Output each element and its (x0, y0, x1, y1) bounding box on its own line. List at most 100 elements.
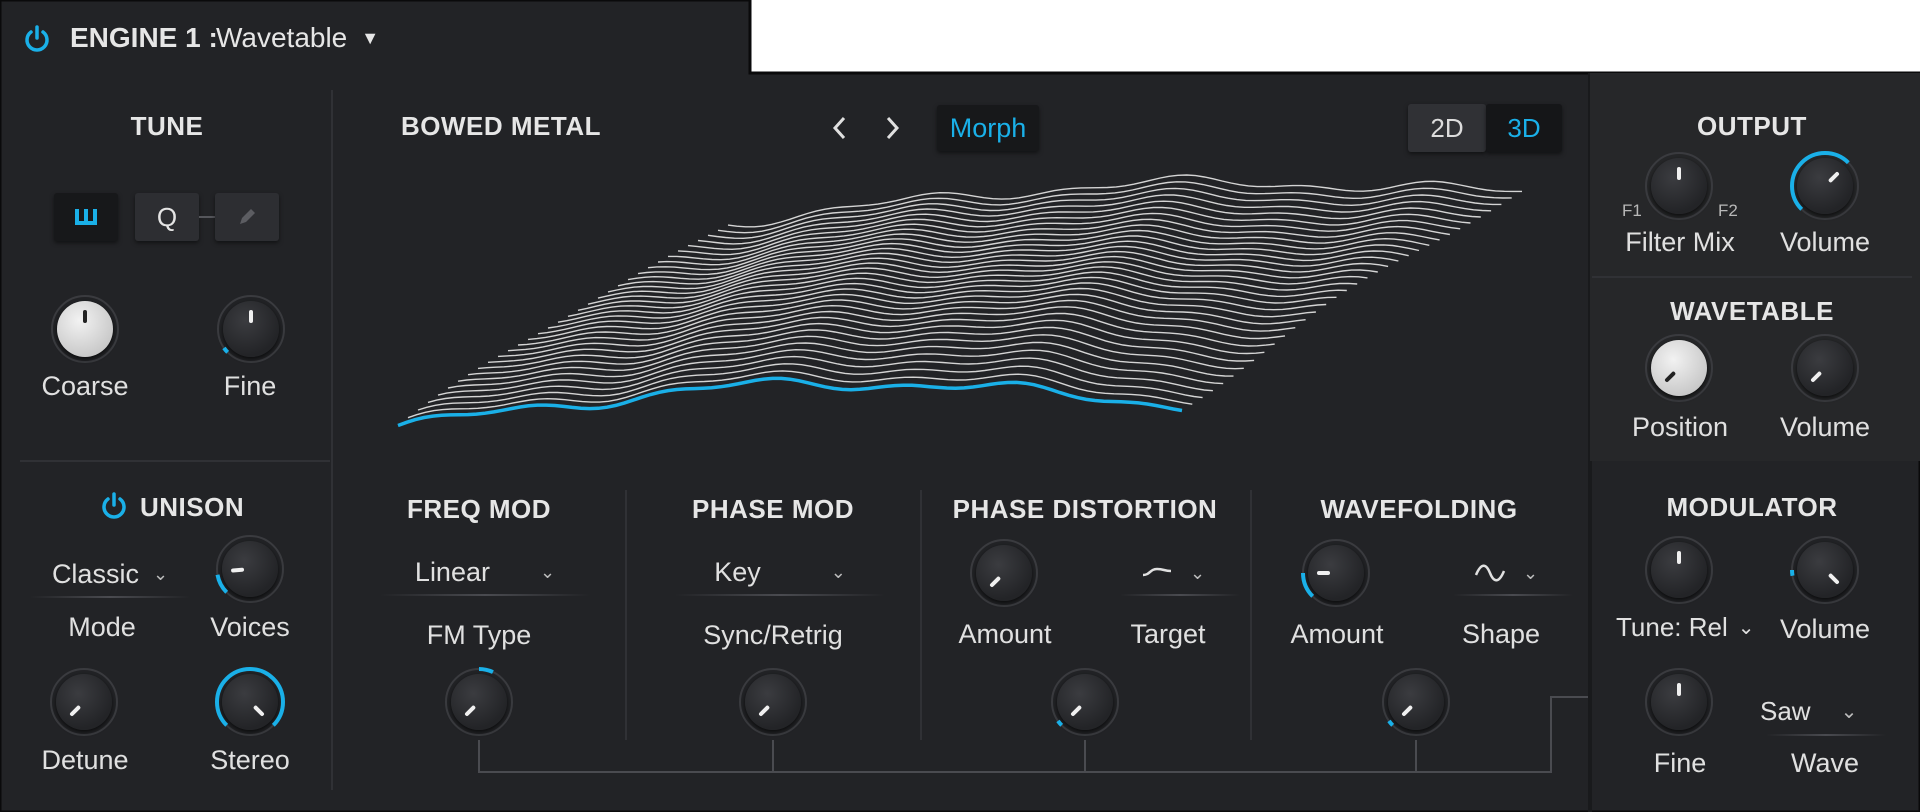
pd-amount-knob[interactable] (966, 535, 1042, 611)
wf-shape-select[interactable]: ⌄ (1473, 556, 1563, 590)
stereo-knob[interactable] (212, 664, 288, 740)
position-label: Position (1631, 412, 1729, 442)
fm-type-select[interactable]: Linear ⌄ (380, 554, 590, 590)
modulator-fine-knob[interactable] (1641, 664, 1717, 740)
knob-value-arc (1056, 719, 1064, 727)
morph-label: Morph (949, 112, 1027, 143)
unison-mode-value: Classic (51, 558, 139, 589)
fine-knob[interactable] (213, 291, 289, 367)
voices-knob[interactable] (212, 531, 288, 607)
view-3d-button[interactable]: 3D (1486, 104, 1562, 152)
wavetable-volume-knob[interactable] (1787, 330, 1863, 406)
modulator-volume-knob[interactable] (1787, 532, 1863, 608)
view-2d-button[interactable]: 2D (1408, 104, 1486, 152)
wf-shape-label: Shape (1461, 619, 1541, 649)
pd-target-select[interactable]: ⌄ (1140, 556, 1230, 590)
divider (625, 490, 627, 740)
engine-type-select[interactable]: Wavetable ▼ (216, 22, 379, 54)
knob-value-arc (222, 346, 230, 354)
stereo-label: Stereo (210, 745, 290, 775)
chevron-down-icon: ⌄ (830, 561, 846, 582)
wf-amount-knob[interactable] (1298, 535, 1374, 611)
knob-value-arc (1387, 719, 1395, 727)
phase-curve-icon (1142, 567, 1172, 577)
view-3d-label: 3D (1507, 112, 1541, 143)
keyboard-tune-button[interactable] (54, 193, 118, 241)
phase-mod-select[interactable]: Key ⌄ (675, 554, 885, 590)
filter-mix-knob[interactable] (1641, 148, 1717, 224)
phase-mod-value: Key (714, 556, 761, 587)
dropdown-underline (675, 594, 885, 596)
sync-retrig-label: Sync/Retrig (703, 620, 843, 650)
wavetable-volume-label: Volume (1779, 412, 1871, 442)
output-volume-label: Volume (1779, 227, 1871, 257)
f2-label: F2 (1718, 201, 1738, 220)
modulator-wave-label: Wave (1790, 748, 1860, 778)
wf-amount-label: Amount (1290, 619, 1384, 649)
knob-value-arc (215, 574, 229, 594)
dropdown-underline (380, 594, 590, 596)
fine-label: Fine (223, 371, 277, 401)
freq-mod-knob[interactable] (441, 664, 517, 740)
pd-mod-knob[interactable] (1047, 664, 1123, 740)
chevron-down-icon: ⌄ (1190, 562, 1206, 583)
chevron-down-icon: ⌄ (1737, 617, 1755, 639)
engine-power-icon[interactable] (22, 24, 52, 54)
unison-power-icon[interactable] (99, 491, 129, 521)
quantize-button[interactable]: Q (135, 193, 199, 241)
detune-knob[interactable] (46, 664, 122, 740)
phase-mod-knob[interactable] (735, 664, 811, 740)
connector-line (199, 216, 215, 218)
view-2d-label: 2D (1430, 112, 1464, 143)
next-wavetable-button[interactable] (878, 112, 906, 144)
chevron-down-icon: ⌄ (539, 561, 556, 582)
engine-label: ENGINE 1 : (70, 22, 218, 53)
pencil-icon (240, 209, 255, 224)
detune-label: Detune (41, 745, 129, 775)
sine-wave-icon (1474, 564, 1506, 582)
knob-value-arc (1301, 572, 1315, 598)
dropdown-underline (1453, 594, 1573, 596)
pencil-tune-button[interactable] (215, 193, 279, 241)
wf-mod-knob[interactable] (1378, 664, 1454, 740)
quantize-label: Q (156, 201, 178, 232)
divider (331, 90, 333, 790)
engine-type-value: Wavetable (216, 22, 348, 53)
phase-mod-title: PHASE MOD (692, 494, 854, 524)
wavetable-title: WAVETABLE (1670, 296, 1834, 326)
freq-mod-title: FREQ MOD (406, 494, 552, 524)
modulator-fine-label: Fine (1653, 748, 1707, 778)
coarse-label: Coarse (41, 371, 129, 401)
modulator-volume-label: Volume (1779, 614, 1871, 644)
position-knob[interactable] (1641, 330, 1717, 406)
wavetable-name: BOWED METAL (401, 111, 601, 141)
piano-keys-icon (75, 209, 97, 225)
fm-type-value: Linear (414, 556, 490, 587)
knob-value-arc (1790, 151, 1850, 211)
mode-label: Mode (68, 612, 136, 642)
unison-title: UNISON (140, 492, 245, 522)
pd-target-label: Target (1130, 619, 1206, 649)
dropdown-underline (1120, 594, 1240, 596)
f1-label: F1 (1622, 201, 1642, 220)
coarse-knob[interactable] (47, 291, 123, 367)
modulator-tune-select[interactable]: Tune: Rel ⌄ (1616, 612, 1755, 643)
chevron-down-icon: ▼ (361, 27, 380, 48)
morph-button[interactable]: Morph (937, 105, 1039, 151)
divider (1250, 490, 1252, 740)
output-volume-knob[interactable] (1787, 148, 1863, 224)
chevron-right-icon (886, 116, 900, 140)
divider (1592, 276, 1912, 278)
phase-distortion-title: PHASE DISTORTION (952, 494, 1218, 524)
modulator-tune-knob[interactable] (1641, 532, 1717, 608)
knob-value-arc (215, 667, 285, 727)
chevron-down-icon: ⌄ (152, 563, 169, 584)
pd-amount-label: Amount (958, 619, 1052, 649)
modulator-wave-select[interactable]: Saw ⌄ (1760, 696, 1857, 727)
unison-mode-select[interactable]: Classic ⌄ (30, 556, 190, 592)
divider (20, 460, 330, 462)
dropdown-underline (1766, 734, 1886, 736)
divider (920, 490, 922, 740)
voices-label: Voices (210, 612, 290, 642)
previous-wavetable-button[interactable] (826, 112, 854, 144)
